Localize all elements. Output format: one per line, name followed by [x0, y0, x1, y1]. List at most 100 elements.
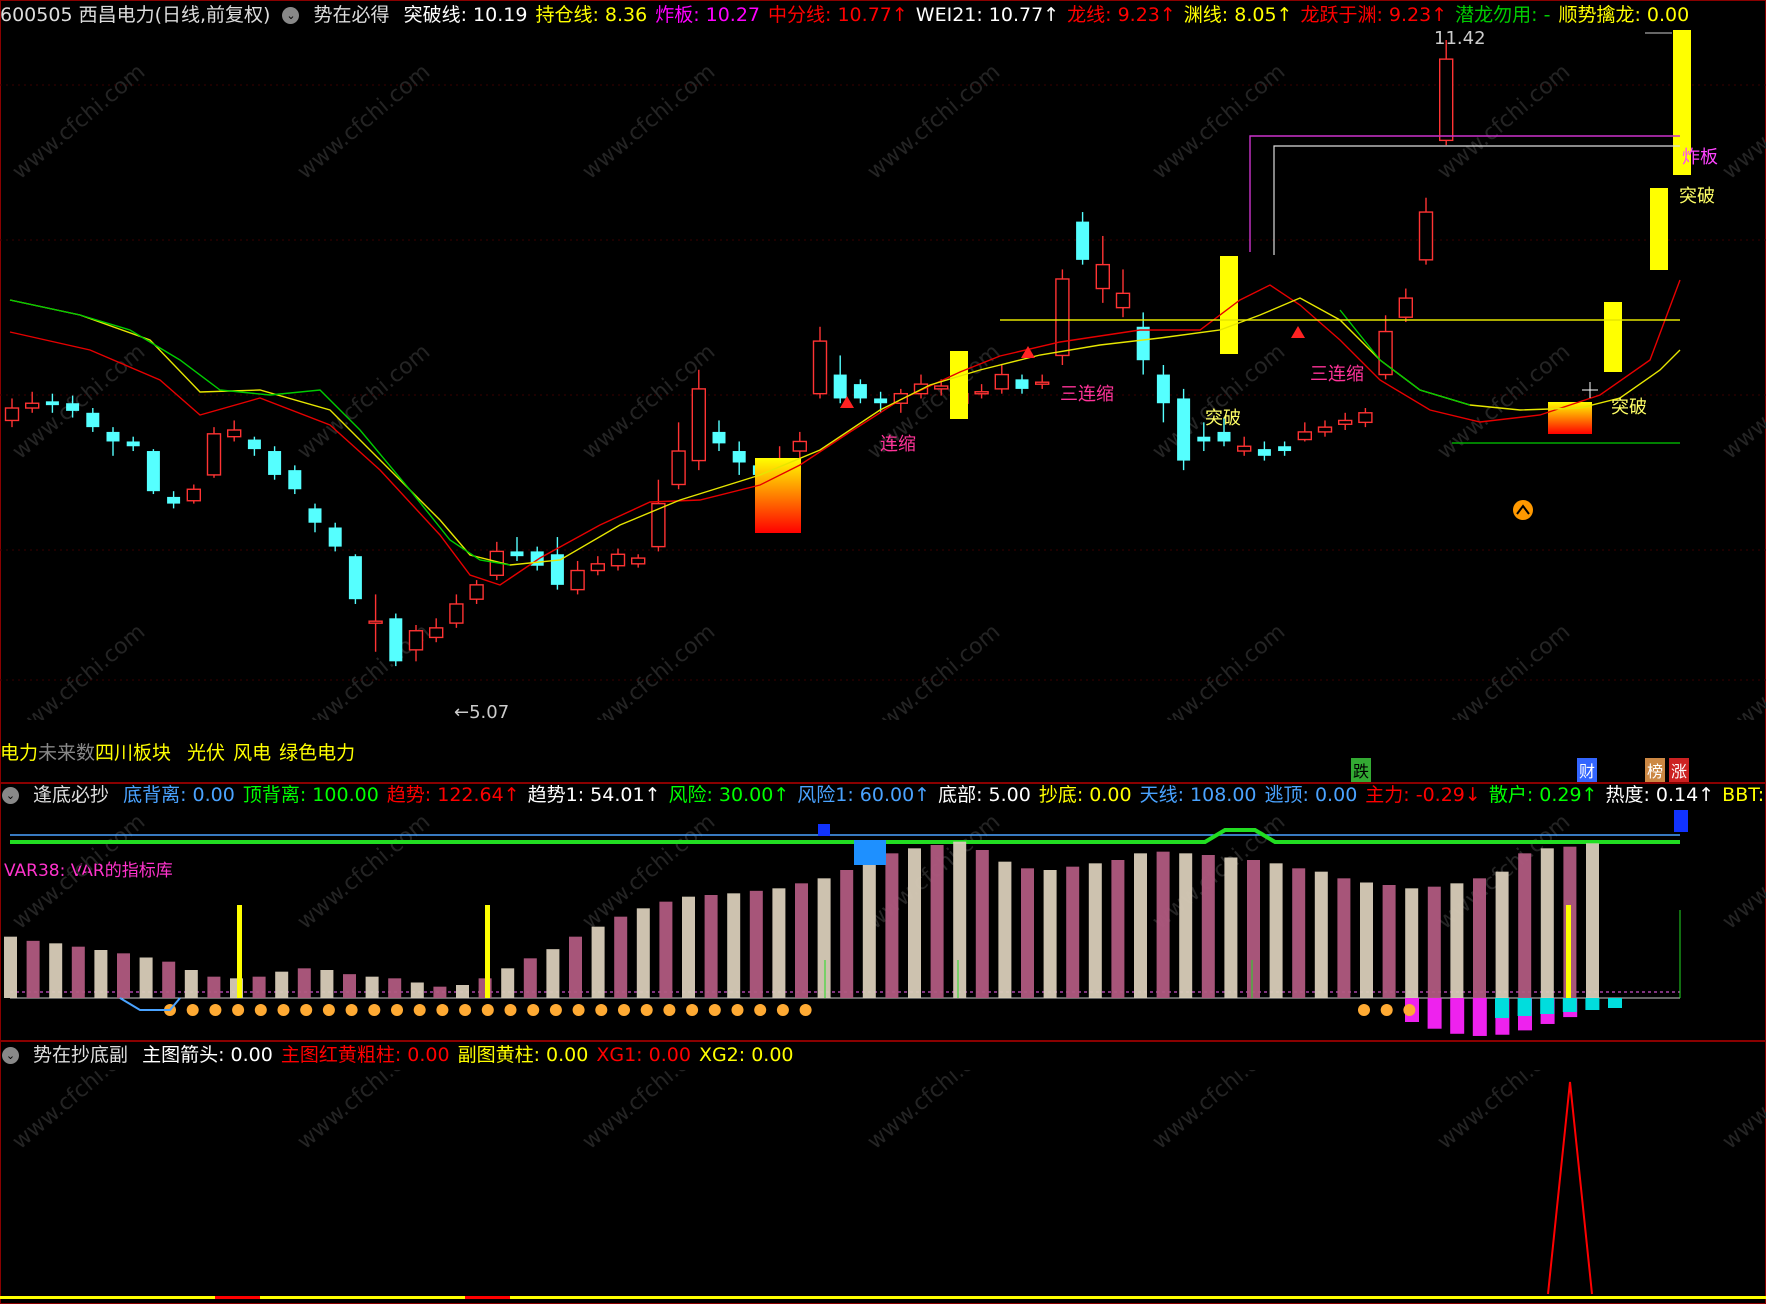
- main-price-chart[interactable]: www.cfchi.com www.cfchi.com www.cfchi.com w…: [0, 30, 1766, 720]
- trend-bar: [320, 970, 334, 998]
- sub2-indicator-name[interactable]: 势在抄底副: [33, 1044, 128, 1066]
- sub2-toggle-icon[interactable]: ⌄: [2, 1047, 19, 1064]
- trend-bar: [1247, 860, 1260, 998]
- sub1-field-12: 热度: 0.14↑: [1605, 784, 1715, 806]
- magenta-bottom-bar: [1427, 998, 1442, 1029]
- candle-body-down: [348, 556, 362, 600]
- sub1-field-3: 趋势1: 54.01↑: [527, 784, 661, 806]
- candle-body-up: [1317, 426, 1333, 433]
- trend-bar: [94, 950, 108, 998]
- trend-bar: [410, 982, 424, 998]
- candle-body-up: [429, 627, 444, 639]
- candle: [308, 503, 322, 533]
- hand-marker: [1380, 1004, 1393, 1016]
- watermark: www.cfchi.com: [1148, 619, 1290, 720]
- main-field-1: 持仓线: 8.36: [535, 4, 648, 26]
- sector-solar[interactable]: 光伏: [187, 742, 225, 764]
- main-field-8: 潜龙勿用: -: [1455, 4, 1551, 26]
- xg1-spike: [1547, 1081, 1593, 1295]
- hand-marker: [322, 1004, 335, 1016]
- sub2-field-1: 主图红黄粗柱: 0.00: [280, 1044, 450, 1066]
- cyan-bottom-bar: [1517, 998, 1532, 1016]
- candle: [268, 446, 282, 480]
- marker-die[interactable]: 跌: [1351, 758, 1372, 782]
- hand-marker: [776, 1004, 789, 1016]
- candle: [1398, 288, 1414, 322]
- candle-body-up: [994, 373, 1009, 390]
- trend-bar: [1540, 848, 1554, 998]
- cyan-bottom-bar: [1585, 998, 1600, 1010]
- risk-green-line: [10, 828, 1680, 844]
- marker-bang[interactable]: 榜: [1645, 758, 1666, 782]
- indicator-toggle-icon[interactable]: ⌄: [282, 7, 300, 24]
- candle-body-up: [691, 388, 706, 462]
- candle: [1236, 436, 1252, 456]
- watermark: www.cfchi.com: [1718, 339, 1766, 464]
- cyan-bottom-bar: [1562, 998, 1577, 1012]
- trend-bar: [207, 976, 221, 998]
- hand-marker: [300, 1004, 313, 1016]
- price-high-label: 11.42: [1434, 28, 1486, 49]
- candle: [651, 479, 666, 552]
- sub1-field-4: 风险: 30.00↑: [668, 784, 790, 806]
- hand-marker: [254, 1004, 267, 1016]
- trend-bar: [49, 943, 63, 998]
- marker-cai[interactable]: 财: [1577, 758, 1598, 782]
- candle-body-up: [934, 385, 949, 390]
- sector-wind[interactable]: 风电: [233, 742, 271, 764]
- yellow-breakout-bar: [950, 351, 968, 419]
- candle: [449, 594, 464, 628]
- sector-power[interactable]: 电力: [0, 742, 38, 764]
- trend-bar: [1179, 853, 1193, 998]
- watermark: www.cfchi.com: [1718, 810, 1766, 935]
- watermark: www.cfchi.com: [293, 1070, 435, 1155]
- candle-body-up: [570, 569, 585, 591]
- trend-bar: [953, 841, 967, 998]
- candle-body-up: [1055, 278, 1070, 357]
- watermark: www.cfchi.com: [1148, 59, 1290, 184]
- hand-marker: [618, 1004, 630, 1016]
- trend-bar: [1473, 878, 1486, 998]
- sector-green[interactable]: 绿色电力: [279, 742, 355, 764]
- cyan-bottom-bar: [1540, 998, 1555, 1014]
- blue-dip: [119, 997, 181, 1011]
- candle-body-up: [631, 557, 646, 565]
- main-field-3: 中分线: 10.77↑: [768, 4, 908, 26]
- sub1-toggle-icon[interactable]: ⌄: [2, 787, 19, 804]
- candle-body-down: [389, 618, 403, 662]
- candle: [1015, 374, 1029, 394]
- watermark: www.cfchi.com: [578, 59, 720, 184]
- candle: [510, 537, 524, 561]
- hand-marker: [481, 1004, 494, 1016]
- yellow-breakout-bar: [1650, 188, 1668, 270]
- sub1-indicator-name[interactable]: 逢底必抄: [33, 784, 109, 806]
- trend-bar: [930, 845, 944, 998]
- watermark: www.cfchi.com: [863, 1070, 1005, 1155]
- hand-marker: [232, 1004, 245, 1016]
- trend-bar: [795, 883, 808, 998]
- candle: [146, 449, 160, 495]
- main-indicator-name[interactable]: 势在必得: [314, 4, 390, 26]
- trend-bar: [885, 853, 899, 998]
- sub1-indicator-chart[interactable]: www.cfchi.com www.cfchi.com www.cfchi.com w…: [0, 810, 1766, 1040]
- candle: [126, 436, 140, 452]
- sector-future[interactable]: 未来数: [38, 742, 95, 764]
- blue-square-end: [1674, 810, 1688, 832]
- candle: [691, 369, 706, 471]
- ma-green-line: [9, 299, 511, 566]
- candle: [1156, 365, 1170, 423]
- sub1-field-2: 趋势: 122.64↑: [386, 784, 520, 806]
- sector-sichuan[interactable]: 四川板块: [95, 742, 171, 764]
- yellow-spike: [237, 905, 242, 998]
- candle-body-up: [1115, 292, 1131, 309]
- stock-title[interactable]: 600505 西昌电力(日线,前复权): [0, 4, 270, 26]
- watermark: www.cfchi.com: [1433, 59, 1575, 184]
- marker-zhang[interactable]: 涨: [1669, 758, 1690, 782]
- sub2-indicator-chart[interactable]: www.cfchi.com www.cfchi.com www.cfchi.com w…: [0, 1070, 1766, 1300]
- candle: [1076, 212, 1090, 265]
- candle-body-up: [1358, 412, 1373, 424]
- trend-bar: [1292, 868, 1306, 998]
- candle: [1115, 269, 1131, 318]
- trend-bar: [1111, 860, 1125, 998]
- trend-bar: [772, 888, 786, 998]
